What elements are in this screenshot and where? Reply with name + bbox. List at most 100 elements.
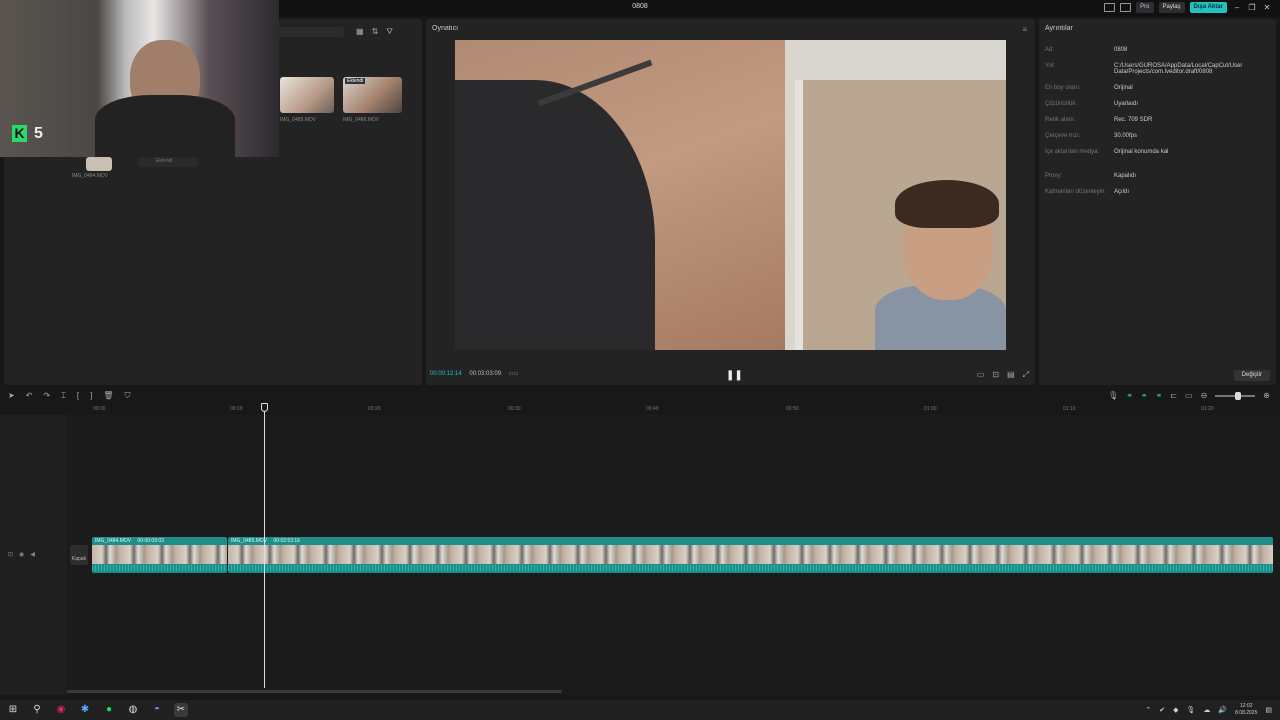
clip-label: IMG_0485.MOV 00:02:53:16 (231, 538, 300, 544)
quality-icon[interactable]: ▭▭ (509, 371, 518, 377)
detail-value: Orijinal (1114, 85, 1133, 91)
ruler-tick: 00:10 (230, 406, 243, 412)
media-clip-name: IMG_0484.MOV (72, 173, 109, 179)
detail-value: Kapalıdı (1114, 173, 1137, 179)
clip-label: IMG_0484.MOV 00:00:09:03 (95, 538, 164, 544)
clip-duration: 00:00:09:03 (137, 538, 164, 544)
tray-app-icon[interactable]: ◆ (1173, 706, 1178, 714)
app-icon-blue[interactable]: ✱ (78, 703, 92, 717)
zoom-slider[interactable] (1215, 391, 1256, 400)
detail-key: Renk alanı: (1045, 117, 1076, 123)
network-icon[interactable]: ☁ (1203, 706, 1210, 714)
audio-icon[interactable]: ◀ (30, 551, 35, 558)
preview-icon[interactable]: ⊏ (1170, 391, 1177, 400)
share-button[interactable]: Paylaş (1158, 2, 1185, 13)
start-icon[interactable]: ⊞ (6, 703, 20, 717)
system-tray: ⌃ ✔ ◆ 🎙 ☁ 🔊 12:02 8.08.2025 ▤ (1145, 703, 1272, 717)
timeline-scrollbar[interactable] (67, 690, 562, 693)
pause-icon[interactable]: ❚❚ (726, 370, 743, 381)
notification-icon[interactable]: ▤ (1265, 706, 1272, 714)
linkage-icon[interactable]: ⚭ (1156, 391, 1163, 400)
minimize-icon[interactable]: – (1232, 3, 1242, 13)
mic-tray-icon[interactable]: 🎙 (1187, 706, 1196, 714)
taskbar: ⊞ ⚲ ◉ ✱ ● ◍ ◓ ✂ ⌃ ✔ ◆ 🎙 ☁ 🔊 12:02 8.08.2… (0, 700, 1280, 720)
snap-icon[interactable]: ⚭ (1141, 391, 1148, 400)
zoom-out-icon[interactable]: ⊖ (1201, 391, 1208, 400)
timeline-clip[interactable]: IMG_0485.MOV 00:02:53:16 (228, 537, 1273, 573)
cover-button[interactable]: Kapak (70, 545, 88, 565)
timeline-ruler[interactable]: 00:00 00:10 00:20 00:30 00:40 00:50 01:0… (67, 403, 1280, 415)
grid-view-icon[interactable]: ▦ (356, 27, 364, 37)
export-button[interactable]: Dışa Aktar (1189, 2, 1227, 13)
filter-icon[interactable]: ⛛ (386, 27, 393, 37)
ruler-tick: 01:10 (1063, 406, 1076, 412)
marker-icon[interactable]: ⛉ (125, 391, 131, 401)
volume-icon[interactable]: 🔊 (1218, 706, 1227, 714)
clock[interactable]: 12:02 8.08.2025 (1235, 703, 1257, 717)
trim-left-icon[interactable]: [ (77, 391, 79, 401)
pro-button[interactable]: Pro (1136, 2, 1154, 13)
media-thumbnail[interactable]: Eklendi (343, 77, 402, 113)
select-tool-icon[interactable]: ➤ (8, 391, 15, 401)
zoom-in-icon[interactable]: ⊕ (1263, 391, 1270, 400)
crop-icon[interactable]: ⊡ (992, 370, 999, 380)
details-panel: Ayrıntılar Ad: 0808 Yol: C:/Users/GUROSA… (1039, 19, 1276, 385)
timeline-clip[interactable]: IMG_0484.MOV 00:00:09:03 (92, 537, 227, 573)
close-icon[interactable]: ✕ (1262, 3, 1272, 13)
spotify-icon[interactable]: ● (102, 703, 116, 717)
media-clip-name: Eklendi (156, 158, 173, 164)
tray-arrow-icon[interactable]: ⌃ (1145, 706, 1151, 714)
aspect-icon[interactable]: ▤ (1007, 370, 1015, 380)
detail-key: En boy oranı: (1045, 85, 1081, 91)
sort-icon[interactable]: ⇅ (372, 27, 379, 37)
app-icon-red[interactable]: ◉ (54, 703, 68, 717)
zoom-knob[interactable] (1235, 391, 1242, 400)
layout-icon[interactable] (1104, 3, 1116, 12)
timecode: 00:00:12:14 00:03:03:09 ▭▭ (430, 371, 518, 377)
media-thumbnail[interactable] (86, 157, 112, 171)
clip-duration: 00:02:53:16 (273, 538, 300, 544)
browser-icon[interactable]: ◍ (126, 703, 140, 717)
detail-value: Rec. 709 SDR (1114, 117, 1153, 123)
fullscreen-icon[interactable]: ⤢ (1023, 370, 1029, 380)
detail-key: İçe aktarılan medya: (1045, 149, 1100, 155)
kick-logo-icon: K (12, 125, 27, 142)
detail-value: 30.00fps (1114, 133, 1138, 139)
split-icon[interactable]: ⌶ (61, 391, 66, 401)
media-clip-name: IMG_0486.MOV (343, 117, 380, 123)
lock-icon[interactable]: ⊡ (8, 551, 13, 558)
capcut-icon[interactable]: ✂ (174, 703, 188, 717)
monitor-icon[interactable]: ▭ (1185, 391, 1193, 400)
media-clip-name: IMG_0485.MOV (280, 117, 317, 123)
undo-icon[interactable]: ↶ (26, 391, 33, 401)
visibility-icon[interactable]: ◉ (19, 551, 24, 558)
video-preview[interactable] (455, 40, 1006, 350)
playhead[interactable] (264, 403, 265, 688)
clip-name: IMG_0485.MOV (231, 538, 268, 544)
discord-icon[interactable]: ◓ (150, 703, 164, 717)
microphone-icon[interactable]: 🎙 (1108, 391, 1118, 400)
player-panel: Oynatıcı ≡ 00:00:12:14 00:03:03:09 ▭▭ ❚❚… (426, 19, 1035, 385)
redo-icon[interactable]: ↷ (43, 391, 50, 401)
webcam-counter: 5 (34, 125, 43, 142)
trim-right-icon[interactable]: ] (90, 391, 92, 401)
media-thumbnail[interactable]: Eklendi (138, 157, 198, 167)
tray-app-icon[interactable]: ✔ (1159, 706, 1165, 714)
webcam-body (95, 95, 235, 157)
maximize-icon[interactable]: ❐ (1247, 3, 1257, 13)
ruler-tick: 00:20 (368, 406, 381, 412)
ratio-icon[interactable]: ▭ (977, 370, 985, 380)
playhead-handle[interactable] (261, 403, 268, 412)
menu-icon[interactable]: ≡ (1022, 25, 1027, 34)
ruler-tick: 01:00 (924, 406, 937, 412)
link-icon[interactable]: ⚭ (1126, 391, 1133, 400)
clip-waveform (92, 565, 227, 571)
ruler-tick: 00:00 (93, 406, 106, 412)
search-icon[interactable]: ⚲ (30, 703, 44, 717)
media-search-input[interactable] (276, 27, 344, 37)
shortcut-icon[interactable] (1120, 3, 1132, 12)
modify-button[interactable]: Değiştir (1233, 370, 1270, 381)
detail-value: C:/Users/GUROSA/AppData/Local/CapCut/Use… (1114, 63, 1243, 75)
media-thumbnail[interactable] (280, 77, 334, 113)
delete-icon[interactable]: 🗑 (103, 391, 113, 401)
